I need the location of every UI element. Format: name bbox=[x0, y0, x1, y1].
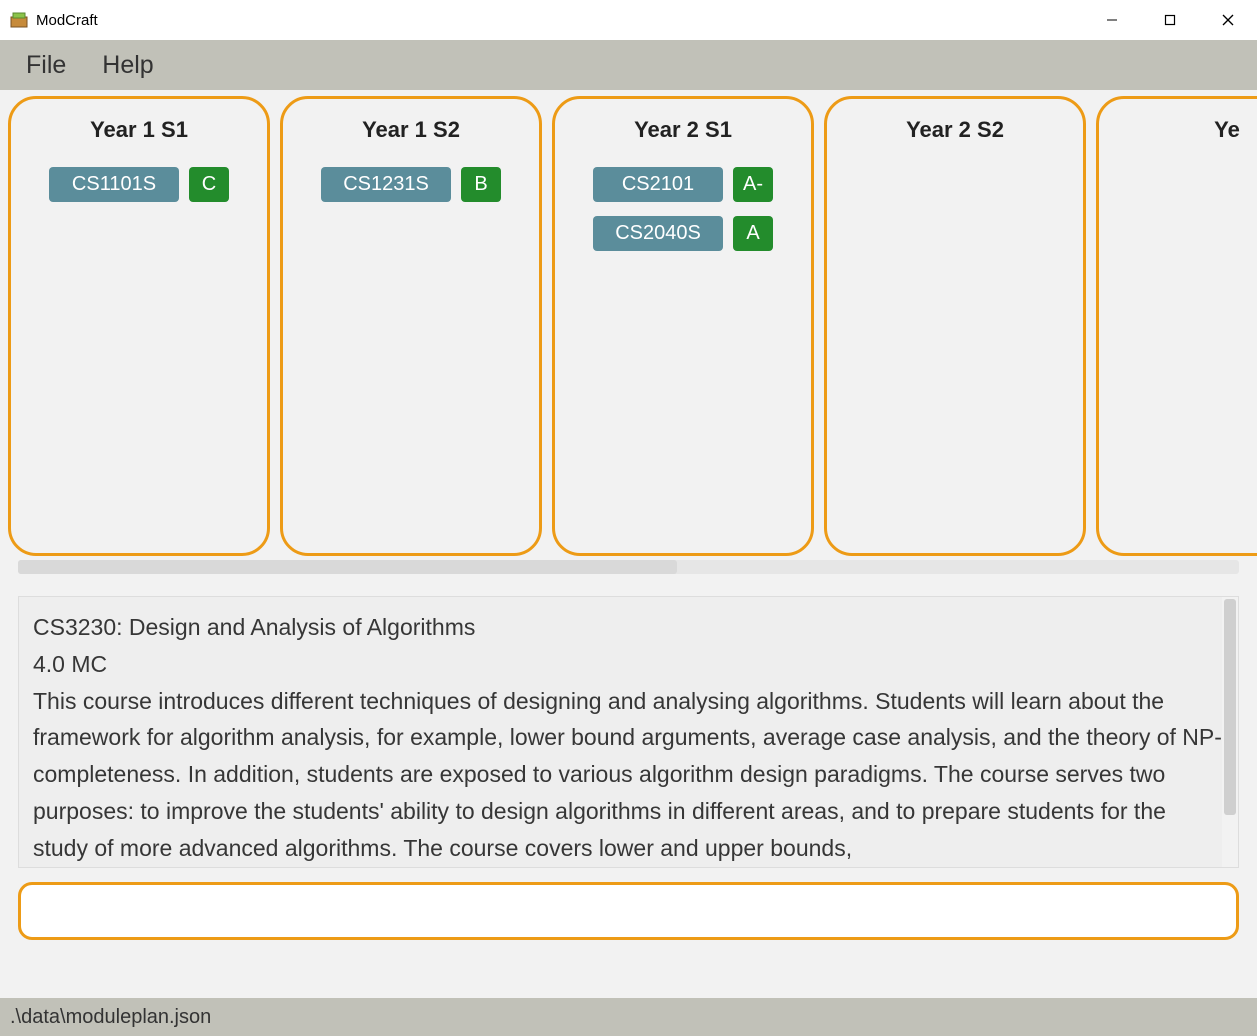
semester-card: Year 2 S1 CS2101 A- CS2040S A bbox=[552, 96, 814, 556]
close-button[interactable] bbox=[1199, 0, 1257, 40]
vertical-scrollbar[interactable] bbox=[1222, 597, 1238, 867]
module-row: CS2101 A- bbox=[565, 167, 801, 202]
minimize-button[interactable] bbox=[1083, 0, 1141, 40]
grade-chip: B bbox=[461, 167, 501, 202]
output-line-credits: 4.0 MC bbox=[33, 646, 1224, 683]
semester-title: Year 2 S1 bbox=[634, 117, 732, 143]
semester-title: Year 1 S1 bbox=[90, 117, 188, 143]
maximize-button[interactable] bbox=[1141, 0, 1199, 40]
menu-help[interactable]: Help bbox=[84, 45, 171, 86]
grade-chip: A- bbox=[733, 167, 773, 202]
module-row: CS1101S C bbox=[21, 167, 257, 202]
module-chip[interactable]: CS2101 bbox=[593, 167, 723, 202]
semesters-container: Year 1 S1 CS1101S C Year 1 S2 CS1231S B … bbox=[0, 90, 1257, 574]
scrollbar-thumb[interactable] bbox=[18, 560, 677, 574]
output-body: This course introduces different techniq… bbox=[33, 683, 1224, 867]
semester-card: Year 1 S2 CS1231S B bbox=[280, 96, 542, 556]
window-title: ModCraft bbox=[36, 12, 98, 29]
semester-title: Year 2 S2 bbox=[906, 117, 1004, 143]
status-path: .\data\moduleplan.json bbox=[10, 1006, 211, 1029]
module-chip[interactable]: CS2040S bbox=[593, 216, 723, 251]
module-row: CS2040S A bbox=[565, 216, 801, 251]
menu-bar: File Help bbox=[0, 40, 1257, 90]
window-titlebar: ModCraft bbox=[0, 0, 1257, 40]
menu-file[interactable]: File bbox=[8, 45, 84, 86]
module-chip[interactable]: CS1231S bbox=[321, 167, 451, 202]
module-row: CS1231S B bbox=[293, 167, 529, 202]
window-controls bbox=[1083, 0, 1257, 40]
titlebar-left: ModCraft bbox=[10, 11, 98, 29]
module-chip[interactable]: CS1101S bbox=[49, 167, 179, 202]
semester-card-partial: Ye bbox=[1096, 96, 1257, 556]
scrollbar-thumb[interactable] bbox=[1224, 599, 1236, 815]
semesters-row[interactable]: Year 1 S1 CS1101S C Year 1 S2 CS1231S B … bbox=[0, 96, 1257, 556]
output-line-title: CS3230: Design and Analysis of Algorithm… bbox=[33, 609, 1224, 646]
app-icon bbox=[10, 11, 28, 29]
command-input-container bbox=[18, 882, 1239, 940]
output-panel: CS3230: Design and Analysis of Algorithm… bbox=[18, 596, 1239, 868]
horizontal-scrollbar[interactable] bbox=[18, 560, 1239, 574]
semester-title: Ye bbox=[1214, 117, 1240, 143]
semester-card: Year 2 S2 bbox=[824, 96, 1086, 556]
status-bar: .\data\moduleplan.json bbox=[0, 998, 1257, 1036]
command-input[interactable] bbox=[18, 882, 1239, 940]
grade-chip: C bbox=[189, 167, 229, 202]
semester-title: Year 1 S2 bbox=[362, 117, 460, 143]
grade-chip: A bbox=[733, 216, 773, 251]
semester-card: Year 1 S1 CS1101S C bbox=[8, 96, 270, 556]
